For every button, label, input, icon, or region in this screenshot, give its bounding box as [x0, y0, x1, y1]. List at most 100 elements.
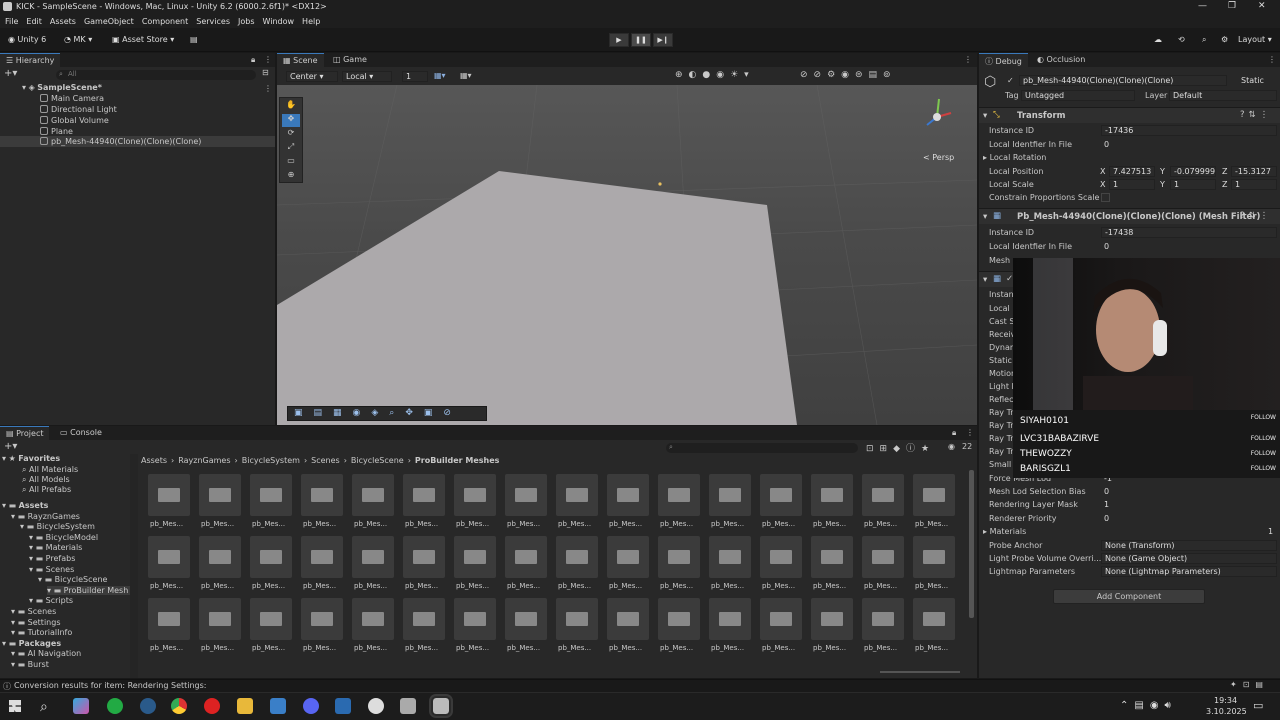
- move-tool-icon[interactable]: ✥: [282, 114, 300, 127]
- menu-component[interactable]: Component: [142, 17, 188, 26]
- menu-help[interactable]: Help: [302, 17, 320, 26]
- asset-thumbnail[interactable]: [301, 598, 343, 640]
- asset-thumbnail[interactable]: [403, 598, 445, 640]
- folder-tree-item[interactable]: ▾ ▬ Settings: [11, 618, 60, 627]
- folder-tree-item[interactable]: ▾ ▬ BicycleModel: [29, 533, 98, 542]
- scene-tools-icons[interactable]: ⊕◐●◉☀▾: [675, 70, 755, 80]
- asset-label[interactable]: pb_Mes...: [864, 644, 912, 652]
- asset-thumbnail[interactable]: [862, 598, 904, 640]
- menu-gameobject[interactable]: GameObject: [84, 17, 134, 26]
- more-icon[interactable]: ⋮: [1268, 55, 1276, 64]
- scale-x-field[interactable]: 1: [1109, 179, 1155, 190]
- static-label[interactable]: Static: [1241, 76, 1264, 85]
- pos-z-field[interactable]: -15.3127: [1231, 166, 1277, 177]
- asset-thumbnail[interactable]: [301, 536, 343, 578]
- asset-thumbnail[interactable]: [505, 536, 547, 578]
- asset-thumbnail[interactable]: [913, 598, 955, 640]
- persp-label[interactable]: < Persp: [923, 153, 954, 162]
- object-name-field[interactable]: pb_Mesh-44940(Clone)(Clone)(Clone): [1019, 75, 1227, 86]
- active-checkbox[interactable]: ✓: [1007, 76, 1014, 85]
- asset-thumbnail[interactable]: [913, 536, 955, 578]
- instance-id-field[interactable]: -17436: [1101, 125, 1277, 136]
- plane-mesh[interactable]: [277, 171, 797, 425]
- component-menu-icons[interactable]: ?⇅⋮: [1240, 211, 1272, 221]
- asset-label[interactable]: pb_Mes...: [456, 520, 504, 528]
- file-explorer-icon[interactable]: [237, 698, 253, 714]
- asset-thumbnail[interactable]: [607, 474, 649, 516]
- asset-label[interactable]: pb_Mes...: [456, 582, 504, 590]
- asset-label[interactable]: pb_Mes...: [864, 520, 912, 528]
- asset-label[interactable]: pb_Mes...: [558, 520, 606, 528]
- hierarchy-item-global-volume[interactable]: Global Volume: [40, 116, 109, 125]
- github-icon[interactable]: [368, 698, 384, 714]
- folder-tree-item[interactable]: ▾ ▬ Scripts: [29, 596, 73, 605]
- more-icon[interactable]: ⋮: [964, 55, 972, 64]
- asset-label[interactable]: pb_Mes...: [201, 644, 249, 652]
- asset-label[interactable]: pb_Mes...: [711, 582, 759, 590]
- asset-label[interactable]: pb_Mes...: [303, 520, 351, 528]
- asset-label[interactable]: pb_Mes...: [660, 520, 708, 528]
- folder-tree-item[interactable]: ▾ ▬ Packages: [2, 639, 61, 648]
- breadcrumb-item[interactable]: Assets: [141, 456, 167, 465]
- folder-tree-item[interactable]: ▾ ▬ AI Navigation: [11, 649, 81, 658]
- asset-label[interactable]: pb_Mes...: [813, 644, 861, 652]
- grid-snap-icon[interactable]: ▦▾: [460, 71, 472, 80]
- menu-services[interactable]: Services: [196, 17, 230, 26]
- gizmo-tools-icons[interactable]: ⊘⊘⚙◉⊜▤⊚: [800, 70, 897, 80]
- breadcrumb-item[interactable]: Scenes: [311, 456, 340, 465]
- favorites-header[interactable]: ▾ ★ Favorites: [2, 454, 60, 463]
- rect-tool-icon[interactable]: ▭: [282, 156, 300, 169]
- asset-label[interactable]: pb_Mes...: [813, 520, 861, 528]
- opera-icon[interactable]: [204, 698, 220, 714]
- grid-size-field[interactable]: 1: [402, 71, 428, 82]
- asset-thumbnail[interactable]: [454, 598, 496, 640]
- asset-thumbnail[interactable]: [505, 598, 547, 640]
- breadcrumb-current[interactable]: ProBuilder Meshes: [415, 456, 500, 465]
- scene-viewport[interactable]: < Persp ✋ ✥ ⟳ ⤢ ▭ ⊕ ▣▤▦◉◈⌕✥▣⊘: [277, 85, 977, 425]
- probuilder-tool-icons[interactable]: ▣▤▦◉◈⌕✥▣⊘: [294, 408, 462, 418]
- asset-label[interactable]: pb_Mes...: [201, 520, 249, 528]
- asset-label[interactable]: pb_Mes...: [609, 644, 657, 652]
- folder-tree-item[interactable]: ▾ ▬ BicycleScene: [38, 575, 107, 584]
- asset-thumbnail[interactable]: [811, 598, 853, 640]
- search-icon[interactable]: ⌕: [40, 699, 48, 715]
- asset-label[interactable]: pb_Mes...: [762, 520, 810, 528]
- whatsapp-icon[interactable]: [107, 698, 123, 714]
- mesh-filter-header[interactable]: ▾ ▦ Pb_Mesh-44940(Clone)(Clone)(Clone) (…: [979, 208, 1280, 224]
- mf-instance-id-field[interactable]: -17438: [1101, 227, 1277, 238]
- system-tray-icons[interactable]: ⌃▤◉🔊︎: [1120, 700, 1177, 711]
- asset-thumbnail[interactable]: [352, 536, 394, 578]
- asset-thumbnail[interactable]: [709, 536, 751, 578]
- unity-editor-icon[interactable]: [431, 696, 451, 716]
- asset-label[interactable]: pb_Mes...: [507, 582, 555, 590]
- discord-icon[interactable]: [303, 698, 319, 714]
- notification-icon[interactable]: ▭: [1253, 699, 1263, 712]
- menu-file[interactable]: File: [5, 17, 18, 26]
- asset-label[interactable]: pb_Mes...: [252, 644, 300, 652]
- pause-button[interactable]: ❚❚: [631, 33, 651, 47]
- asset-label[interactable]: pb_Mes...: [813, 582, 861, 590]
- folder-tree-item[interactable]: ▾ ▬ TutorialInfo: [11, 628, 72, 637]
- folder-tree-item[interactable]: ▾ ▬ ProBuilder Mesh: [47, 585, 130, 595]
- unity-account-button[interactable]: ◉ Unity 6: [2, 33, 52, 48]
- chrome-icon[interactable]: [171, 698, 187, 714]
- asset-thumbnail[interactable]: [811, 474, 853, 516]
- lock-icon[interactable]: 🔒︎: [952, 428, 956, 438]
- constrain-checkbox[interactable]: [1101, 193, 1110, 202]
- asset-thumbnail[interactable]: [658, 474, 700, 516]
- asset-thumbnail[interactable]: [862, 474, 904, 516]
- rotate-tool-icon[interactable]: ⟳: [282, 128, 300, 141]
- add-icon[interactable]: +▾: [4, 441, 17, 452]
- hierarchy-item-plane[interactable]: Plane: [40, 127, 73, 136]
- folder-tree-item[interactable]: ▾ ▬ BicycleSystem: [20, 522, 95, 531]
- asset-thumbnail[interactable]: [760, 536, 802, 578]
- folder-tree-item[interactable]: ▾ ▬ RayznGames: [11, 512, 80, 521]
- rendering-layer-mask-value[interactable]: 1: [1104, 500, 1109, 509]
- asset-thumbnail[interactable]: [454, 474, 496, 516]
- step-button[interactable]: ▶❙: [653, 33, 673, 47]
- scene-root[interactable]: ▾ ◈ SampleScene*: [22, 83, 102, 92]
- package-icon[interactable]: ▤: [184, 33, 204, 48]
- asset-label[interactable]: pb_Mes...: [405, 644, 453, 652]
- asset-store-button[interactable]: ▣ Asset Store ▾: [106, 33, 180, 48]
- asset-thumbnail[interactable]: [352, 598, 394, 640]
